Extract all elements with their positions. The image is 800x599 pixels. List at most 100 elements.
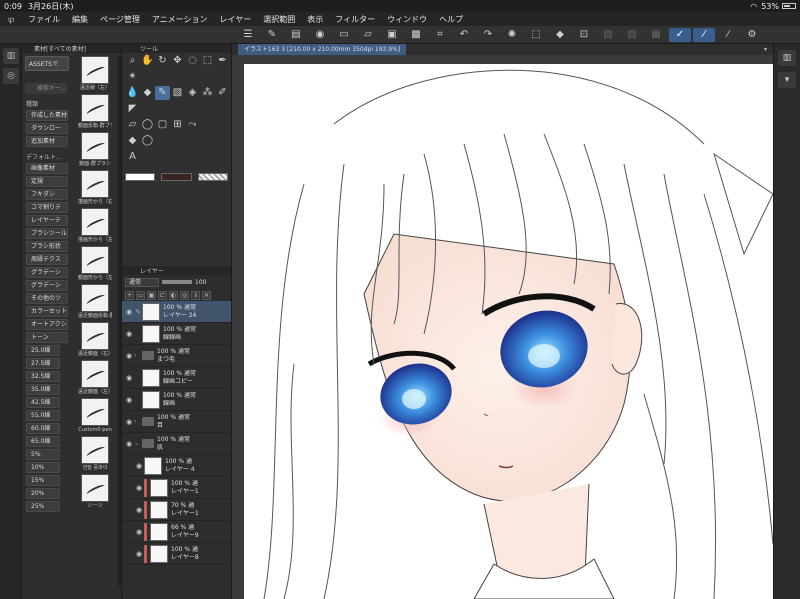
default-item[interactable]: ブラシ形状 (26, 241, 68, 252)
menu-help[interactable]: ヘルプ (433, 14, 469, 25)
material-thumbnail[interactable]: シーツ (78, 474, 112, 512)
chevron-right-icon[interactable]: › (134, 352, 140, 359)
menu-file[interactable]: ファイル (22, 14, 66, 25)
layer-row[interactable]: ◉ 66 % 通レイヤー9 (122, 521, 231, 543)
fill-icon[interactable]: ▩ (405, 28, 427, 42)
tone-item[interactable]: 32.5線 (26, 371, 60, 382)
default-item[interactable]: ブラシツール (26, 228, 68, 239)
eye-icon[interactable]: ◉ (124, 418, 134, 426)
mask-icon[interactable]: ◐ (169, 290, 178, 300)
layer-row[interactable]: ◉ 70 % 通レイヤー1 (122, 499, 231, 521)
triangle-icon[interactable]: ◤ (125, 102, 140, 116)
menu-icon[interactable]: ☰ (237, 28, 259, 42)
blend-mode-select[interactable]: 通常 (125, 277, 159, 287)
default-item[interactable]: 画像素材 (26, 163, 68, 174)
collapse-icon[interactable]: ▾ (764, 46, 767, 53)
material-thumbnail[interactable]: 遠近鏡面（左）-群 (78, 360, 112, 398)
tone-item[interactable]: 42.5線 (26, 397, 60, 408)
default-item[interactable]: カラーセット (26, 306, 68, 317)
tone-item[interactable]: 10% (26, 462, 60, 473)
eye-icon[interactable]: ◉ (134, 462, 144, 470)
eraser-icon[interactable]: ◆ (140, 86, 155, 100)
tone-item[interactable]: 5% (26, 449, 60, 460)
chevron-down-icon[interactable]: ⌄ (134, 440, 140, 447)
eye-icon[interactable]: ◉ (134, 550, 144, 558)
sub-color-swatch[interactable] (161, 173, 192, 181)
lock-icon[interactable]: ▣ (147, 290, 156, 300)
kind-item[interactable]: 作成した素材 (26, 110, 68, 121)
default-item[interactable]: コマ割りテ (26, 202, 68, 213)
vector-icon[interactable]: ⤳ (185, 118, 200, 132)
eye-icon[interactable]: ◉ (124, 330, 134, 338)
crop-icon[interactable]: ⌗ (429, 28, 451, 42)
edit-icon[interactable]: ✎ (261, 28, 283, 42)
zoom-icon[interactable]: ⌕ (125, 54, 140, 68)
select-icon[interactable]: ⬚ (200, 54, 215, 68)
layer-row[interactable]: ◉ 100 % 通常 線線画 (122, 323, 231, 345)
transparent-color-swatch[interactable] (197, 173, 228, 181)
collapse-panel-icon[interactable]: ▾ (778, 72, 796, 88)
airbrush-icon[interactable]: ⁂ (200, 86, 215, 100)
frame-icon[interactable]: ▢ (155, 118, 170, 132)
material-thumbnail[interactable]: 鏡面-群ブラシ (78, 132, 112, 170)
new-layer-icon[interactable]: + (125, 290, 134, 300)
grid-icon[interactable]: ⊞ (170, 118, 185, 132)
menu-filter[interactable]: フィルター (329, 14, 381, 25)
tone-item[interactable]: 65.0線 (26, 436, 60, 447)
open-icon[interactable]: ▱ (357, 28, 379, 42)
eye-icon[interactable]: ◉ (124, 374, 134, 382)
balloon-icon[interactable]: ◯ (140, 134, 155, 148)
circle-icon[interactable]: ◯ (140, 118, 155, 132)
default-item[interactable]: グラデーシ (26, 280, 68, 291)
gradient-icon[interactable]: ▧ (170, 86, 185, 100)
tone-item[interactable]: 25.0線 (26, 345, 60, 356)
tone-item[interactable]: 35.0線 (26, 384, 60, 395)
crop2-icon[interactable]: ⊡ (573, 28, 595, 42)
clip-icon[interactable]: ⊏ (158, 290, 167, 300)
layer-row[interactable]: ◉ 100 % 通レイヤー8 (122, 543, 231, 565)
layer-row[interactable]: ◉ ✎ 100 % 通常 レイヤー 24 (122, 301, 231, 323)
eye-icon[interactable]: ◉ (134, 484, 144, 492)
new-folder-icon[interactable]: ▭ (136, 290, 145, 300)
layer-row[interactable]: ◉ 100 % 通レイヤー 4 (122, 455, 231, 477)
default-item[interactable]: 周縁テクス (26, 254, 68, 265)
eye-icon[interactable]: ◉ (134, 506, 144, 514)
opacity-slider[interactable] (162, 280, 192, 284)
eye-icon[interactable]: ◉ (124, 352, 134, 360)
material-thumbnail[interactable]: Custom0-pen (78, 398, 112, 436)
eye-icon[interactable]: ◉ (124, 396, 134, 404)
assets-button[interactable]: ASSETSで (25, 55, 69, 71)
settings-icon[interactable]: ⚙ (741, 28, 763, 42)
kind-item[interactable]: 追加素材 (26, 136, 68, 147)
chevron-right-icon[interactable]: › (134, 418, 140, 425)
default-item[interactable]: その他のツ (26, 293, 68, 304)
text-icon[interactable]: A (125, 150, 140, 164)
redo-icon[interactable]: ↷ (477, 28, 499, 42)
default-item[interactable]: フキダシ (26, 189, 68, 200)
eyedropper-icon[interactable]: ✒ (215, 54, 230, 68)
canvas-area[interactable]: イラスト163 3 [210.00 x 210.00mm 350dpi 193.… (232, 44, 773, 599)
merge-icon[interactable]: ⇓ (191, 290, 200, 300)
spinner-icon[interactable]: ✺ (501, 28, 523, 42)
panel-layout-icon[interactable]: ▥ (778, 50, 796, 66)
layer-folder-row[interactable]: ◉ › 100 % 通常目 (122, 411, 231, 433)
rotate-icon[interactable]: ↻ (155, 54, 170, 68)
default-item[interactable]: オートアクシ (26, 319, 68, 330)
material-thumbnail[interactable]: 遠近線（左） (78, 56, 112, 94)
lasso-icon[interactable]: ◌ (185, 54, 200, 68)
layer-row[interactable]: ◉ 100 % 通常 線画コピー (122, 367, 231, 389)
default-item[interactable]: グラデーシ (26, 267, 68, 278)
tone-item[interactable]: 60.0線 (26, 423, 60, 434)
eye-icon[interactable]: ◉ (124, 440, 134, 448)
material-scrollbar[interactable] (118, 56, 121, 586)
layer-folder-row[interactable]: ◉ ⌄ 100 % 通常肌 (122, 433, 231, 455)
artboard[interactable] (244, 64, 773, 599)
tone-item[interactable]: 25% (26, 501, 60, 512)
menu-window[interactable]: ウィンドウ (381, 14, 433, 25)
main-color-swatch[interactable] (125, 173, 156, 181)
canvas-tab[interactable]: イラスト163 3 [210.00 x 210.00mm 350dpi 193.… (238, 44, 407, 55)
panel-toggle-icon[interactable]: ▥ (3, 48, 19, 64)
folder-icon[interactable]: ▭ (333, 28, 355, 42)
brush-active-icon[interactable]: ⁄ (693, 27, 715, 42)
default-item[interactable]: 定規 (26, 176, 68, 187)
